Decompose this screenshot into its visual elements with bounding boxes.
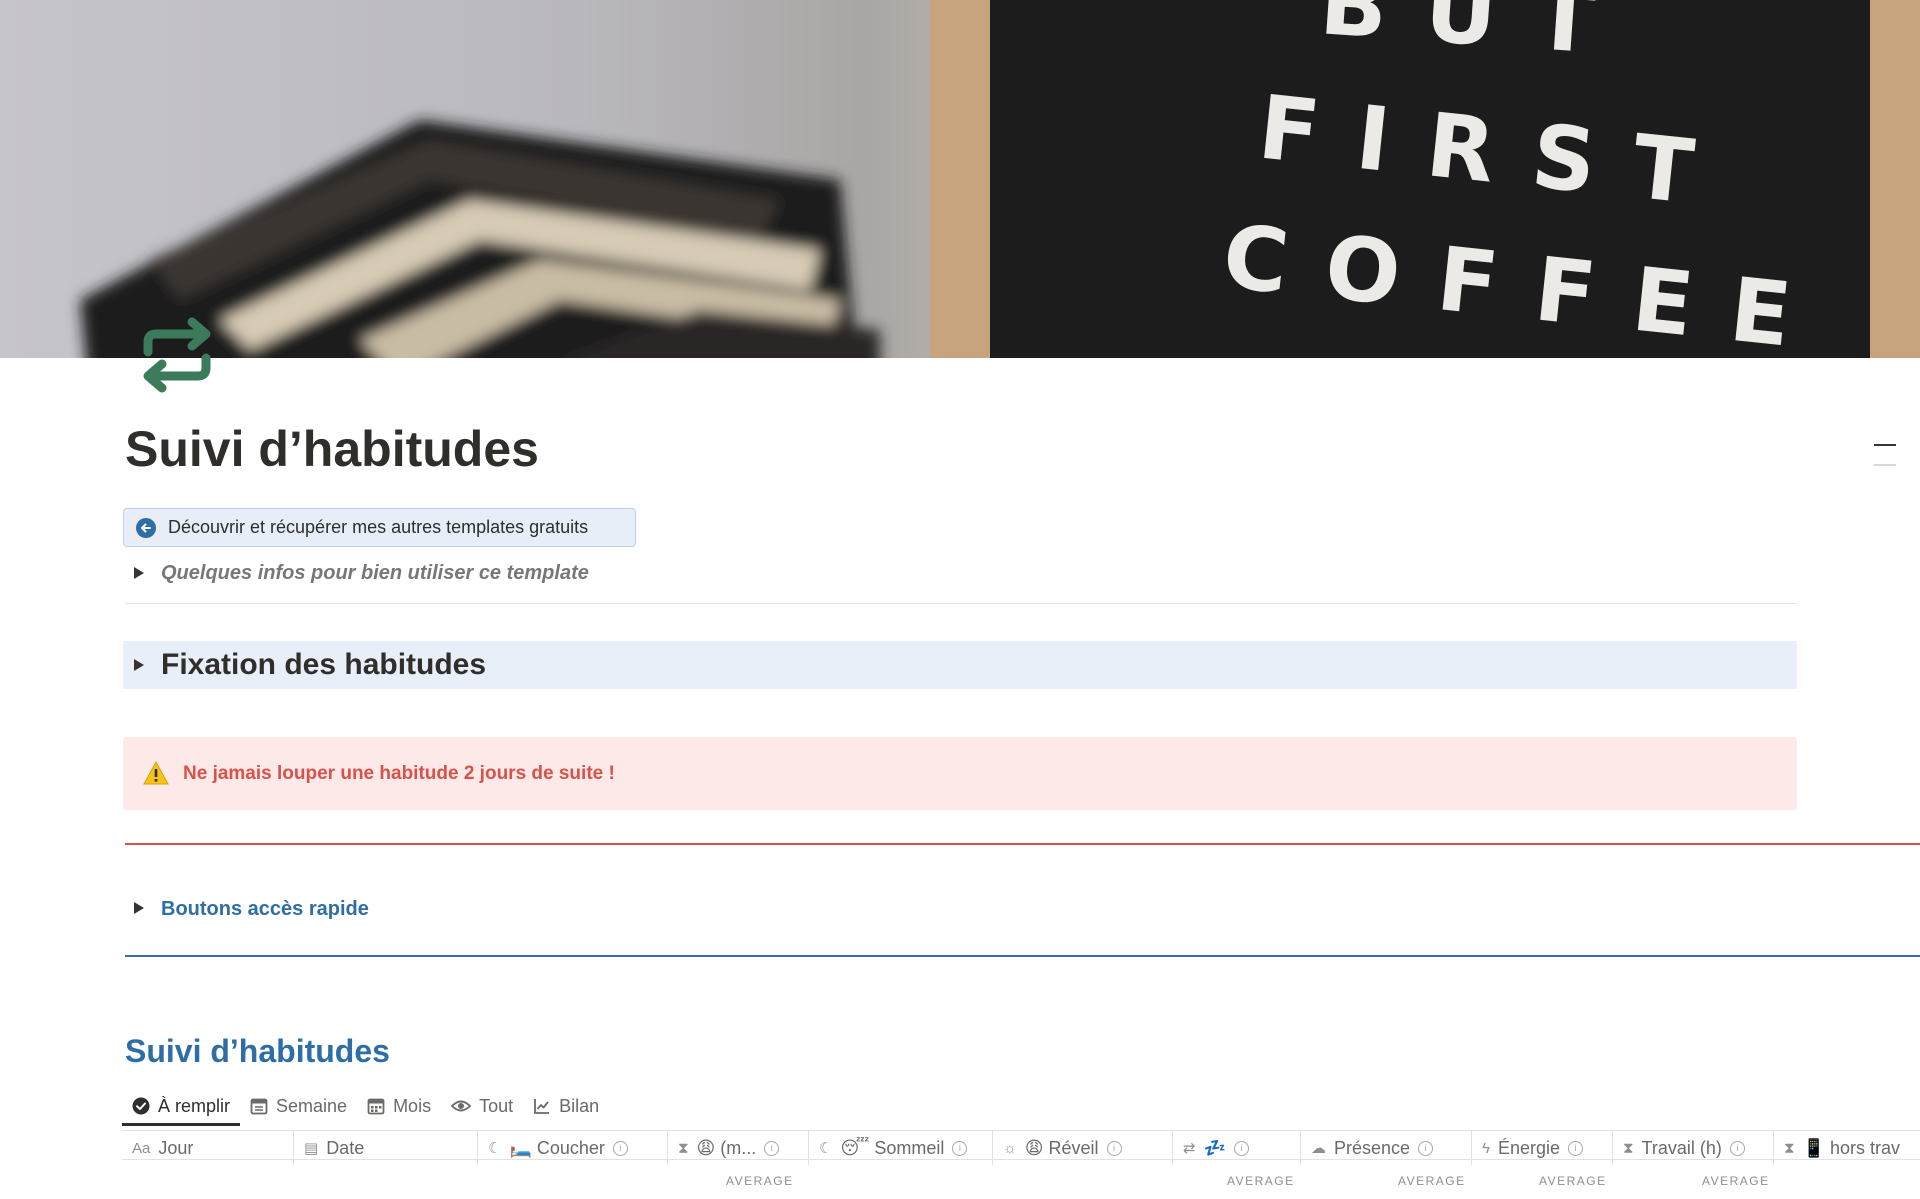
calendar-icon: ▤ — [304, 1140, 319, 1157]
hourglass-icon: ⧗ — [1784, 1139, 1795, 1157]
warning-icon — [143, 761, 169, 785]
info-icon[interactable]: i — [1568, 1140, 1583, 1156]
blue-divider — [125, 955, 1920, 957]
bolt-icon: ϟ — [1482, 1139, 1490, 1157]
column-label: 🛏️ Coucher — [509, 1137, 605, 1158]
database-title[interactable]: Suivi d’habitudes — [125, 1033, 390, 1070]
tab-label: Semaine — [276, 1095, 348, 1116]
arrow-left-circle-icon — [136, 517, 156, 538]
calc-average-presence[interactable]: AVERAGE — [1398, 1174, 1466, 1188]
tab-semaine[interactable]: Semaine — [240, 1089, 357, 1123]
page-title: Suivi d’habitudes — [125, 421, 539, 477]
tab-bilan[interactable]: Bilan — [523, 1089, 609, 1123]
calc-average-duration[interactable]: AVERAGE — [726, 1174, 794, 1188]
tab-label: À remplir — [158, 1095, 231, 1116]
calc-average-energie[interactable]: AVERAGE — [1539, 1174, 1607, 1188]
info-icon[interactable]: i — [612, 1140, 628, 1156]
column-label: Présence — [1334, 1137, 1411, 1158]
info-icon[interactable]: i — [1418, 1140, 1434, 1156]
column-label: 💤 — [1203, 1137, 1226, 1158]
infos-toggle-label[interactable]: Quelques infos pour bien utiliser ce tem… — [161, 562, 589, 585]
text-property-icon: Aa — [132, 1139, 151, 1157]
view-tabs: À remplir Semaine Mois Tout Bilan — [122, 1089, 609, 1127]
column-label: Énergie — [1497, 1137, 1560, 1158]
sun-icon: ☼ — [1003, 1139, 1017, 1157]
calc-average-zzz[interactable]: AVERAGE — [1227, 1174, 1295, 1188]
table-header-divider — [122, 1159, 1920, 1160]
repeat-icon: ⇄ — [1183, 1140, 1196, 1157]
red-divider — [125, 843, 1920, 845]
column-label: 😩 (m... — [696, 1137, 757, 1158]
templates-link-button[interactable]: Découvrir et récupérer mes autres templa… — [123, 508, 636, 547]
tab-label: Tout — [479, 1095, 514, 1116]
calendar-grid-icon — [367, 1098, 385, 1115]
books-illustration — [80, 120, 880, 358]
quick-access-toggle-label[interactable]: Boutons accès rapide — [161, 898, 369, 921]
info-icon[interactable]: i — [1234, 1140, 1249, 1156]
hourglass-icon: ⧗ — [1623, 1139, 1634, 1157]
calendar-icon — [250, 1098, 268, 1115]
tab-mois[interactable]: Mois — [357, 1089, 441, 1123]
info-icon[interactable]: i — [764, 1140, 780, 1156]
cloud-icon: ☁ — [1311, 1140, 1326, 1157]
tab-tout[interactable]: Tout — [441, 1089, 523, 1123]
fixation-toggle-heading[interactable]: Fixation des habitudes — [161, 648, 486, 682]
cover-image: BUT FIRST COFFEE — [0, 0, 1920, 358]
column-label: Date — [326, 1137, 365, 1158]
templates-link-label: Découvrir et récupérer mes autres templa… — [168, 517, 589, 537]
toggle-arrow-icon[interactable] — [134, 659, 144, 671]
info-icon[interactable]: i — [1729, 1140, 1745, 1156]
tab-label: Bilan — [559, 1095, 600, 1116]
column-label: 😴 Sommeil — [840, 1137, 945, 1158]
tab-label: Mois — [393, 1095, 432, 1116]
info-icon[interactable]: i — [1106, 1140, 1122, 1156]
column-label: Jour — [158, 1137, 194, 1158]
chart-line-icon — [534, 1099, 550, 1114]
hourglass-icon: ⧗ — [678, 1139, 689, 1157]
moon-icon: ☾ — [488, 1140, 502, 1157]
check-circle-icon — [132, 1097, 150, 1115]
column-label: 😩 Réveil — [1024, 1137, 1099, 1158]
toggle-arrow-icon[interactable] — [134, 567, 144, 579]
info-icon[interactable]: i — [952, 1140, 968, 1156]
column-label: 📱 hors trav — [1802, 1137, 1900, 1158]
eye-icon — [451, 1100, 472, 1112]
tab-a-remplir[interactable]: À remplir — [122, 1089, 241, 1126]
divider — [125, 603, 1797, 604]
table-of-contents-icon[interactable] — [1874, 444, 1896, 484]
toggle-arrow-icon[interactable] — [134, 902, 144, 914]
moon-icon: ☾ — [819, 1140, 833, 1157]
repeat-arrows-icon[interactable] — [134, 312, 220, 398]
calc-average-travail[interactable]: AVERAGE — [1702, 1174, 1770, 1188]
callout-text: Ne jamais louper une habitude 2 jours de… — [183, 763, 615, 784]
column-label: Travail (h) — [1641, 1137, 1722, 1158]
